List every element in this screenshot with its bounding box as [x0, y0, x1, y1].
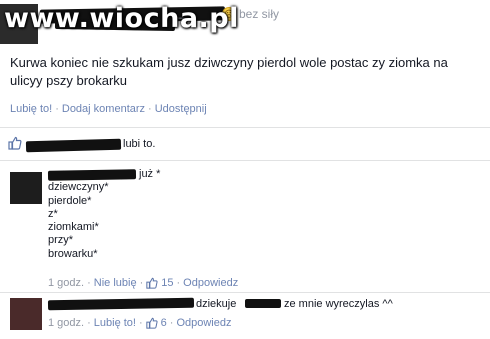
like-post-link[interactable]: Lubię to!: [10, 103, 52, 115]
divider: [0, 292, 490, 293]
comment-line: z*: [48, 207, 58, 220]
comment-body: dziewczyny* pierdole* z* ziomkami* przy*…: [48, 168, 109, 261]
comment-meta: 1 godz. · Nie lubię · 15 · Odpowiedz: [48, 277, 239, 289]
likes-summary: [8, 136, 22, 150]
commenter-avatar[interactable]: [10, 172, 42, 204]
redacted-liker-name: [25, 138, 122, 153]
like-comment-link[interactable]: Lubię to!: [94, 317, 136, 329]
post-actions: Lubię to! · Dodaj komentarz · Udostępnij: [10, 103, 207, 115]
reply-link[interactable]: Odpowiedz: [176, 317, 231, 329]
divider: [0, 160, 490, 161]
thumbs-up-icon: [8, 136, 22, 150]
thumbs-up-icon: [146, 277, 158, 289]
comment-line: ziomkami*: [48, 221, 99, 234]
site-watermark: www.wiocha.pl: [4, 3, 239, 34]
redacted-mention: [245, 299, 281, 308]
post-text: Kurwa koniec nie szkukam jusz dziwczyny …: [10, 55, 448, 88]
commenter-avatar[interactable]: [10, 298, 42, 330]
add-comment-link[interactable]: Dodaj komentarz: [62, 103, 145, 115]
divider: [0, 127, 490, 128]
comment-time[interactable]: 1 godz.: [48, 277, 84, 289]
comment-text: dziekuje: [196, 298, 237, 310]
redacted-commenter-name: [47, 297, 195, 311]
comment-line: dziewczyny*: [48, 181, 109, 194]
comment-meta: 1 godz. · Lubię to! · 6 · Odpowiedz: [48, 317, 232, 329]
likes-text: lubi to.: [123, 138, 156, 150]
comment-text-continued: ze mnie wyreczylas ^^: [284, 298, 393, 310]
comment-like-count[interactable]: 15: [161, 277, 173, 289]
reply-link[interactable]: Odpowiedz: [183, 277, 238, 289]
comment-time[interactable]: 1 godz.: [48, 317, 84, 329]
unlike-link[interactable]: Nie lubię: [94, 277, 137, 289]
feeling-label: bez siły: [239, 7, 280, 21]
comment-first-line: już *: [139, 168, 161, 180]
comment-line: browarku*: [48, 247, 98, 260]
comment-line: przy*: [48, 234, 74, 247]
share-link[interactable]: Udostępnij: [155, 103, 207, 115]
comment-like-count[interactable]: 6: [161, 317, 167, 329]
thumbs-up-icon: [145, 317, 158, 329]
comment-line: pierdole*: [48, 194, 92, 207]
